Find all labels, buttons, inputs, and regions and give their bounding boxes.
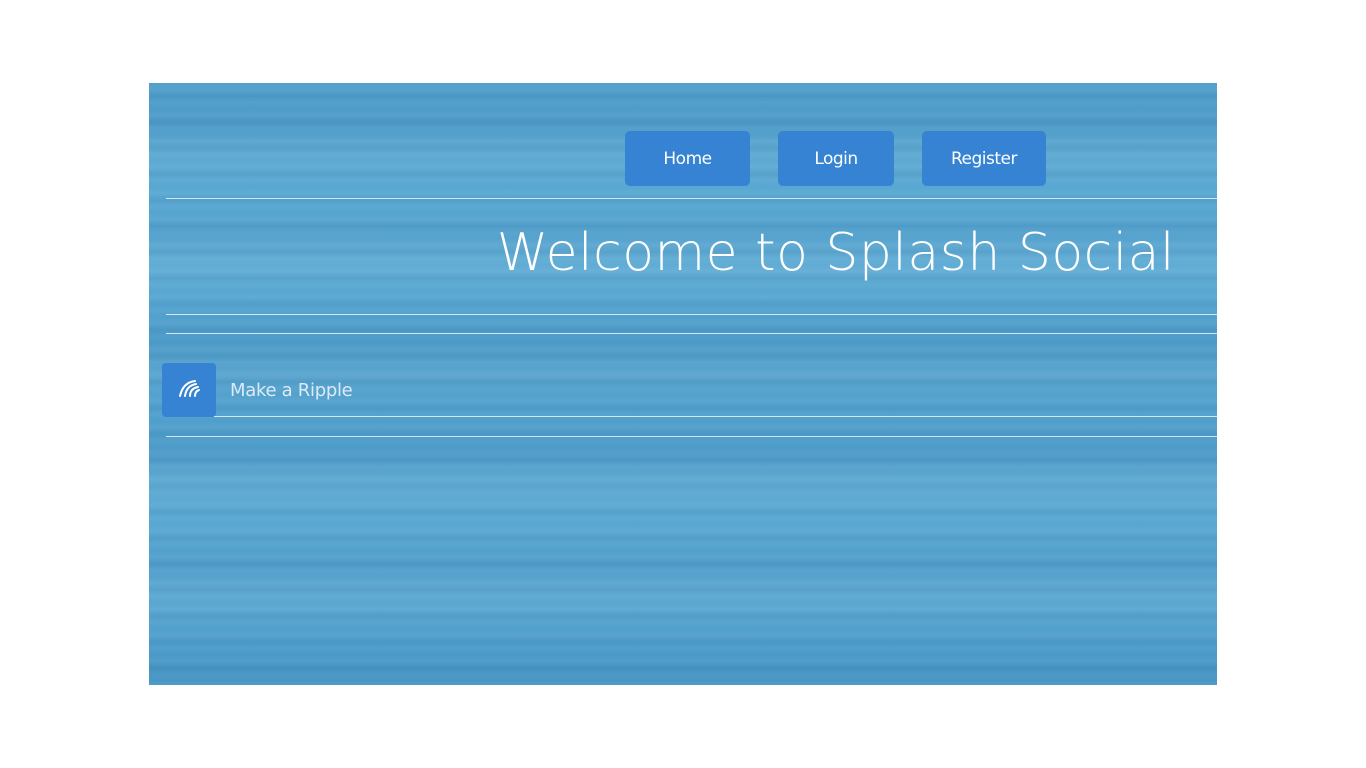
wave-icon xyxy=(177,379,201,401)
nav-login-button[interactable]: Login xyxy=(778,131,894,186)
main-panel: Home Login Register Welcome to Splash So… xyxy=(149,83,1217,685)
divider xyxy=(166,314,1217,315)
make-ripple-button[interactable] xyxy=(162,363,216,417)
divider xyxy=(214,416,1217,417)
nav-register-button[interactable]: Register xyxy=(922,131,1046,186)
divider xyxy=(166,436,1217,437)
divider xyxy=(166,333,1217,334)
nav-home-button[interactable]: Home xyxy=(625,131,750,186)
page-title: Welcome to Splash Social xyxy=(496,223,1175,283)
divider xyxy=(166,198,1217,199)
make-ripple-label[interactable]: Make a Ripple xyxy=(230,380,353,401)
